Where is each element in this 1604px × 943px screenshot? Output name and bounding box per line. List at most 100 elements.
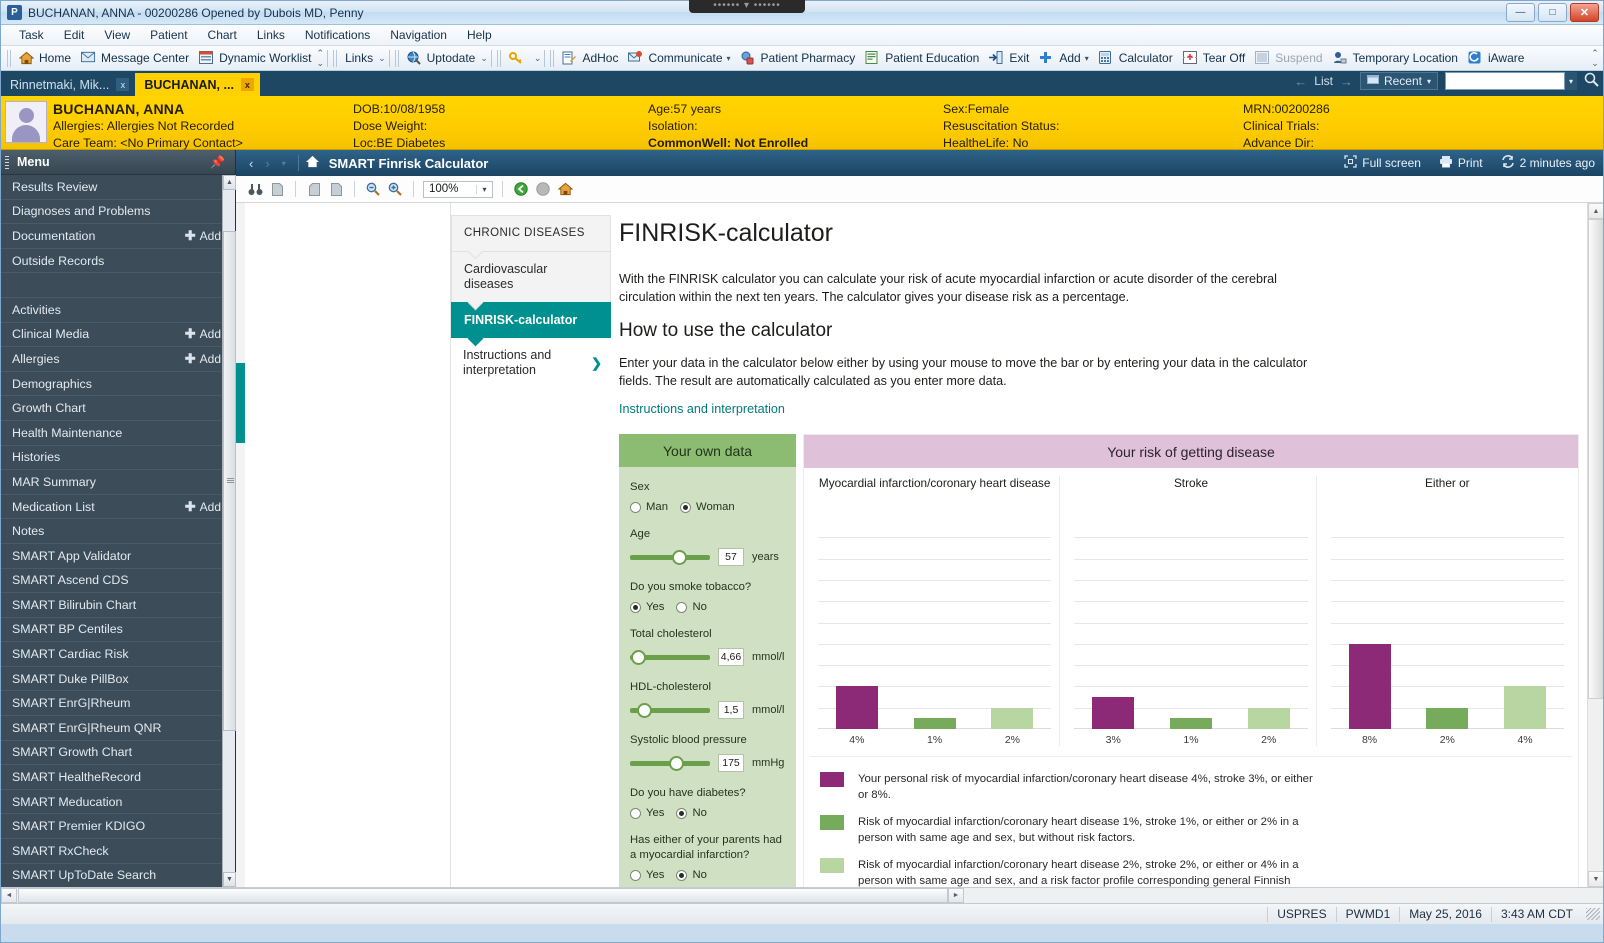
horizontal-scrollbar[interactable]: ◄ ► — [1, 887, 1603, 903]
menu-task[interactable]: Task — [9, 26, 54, 44]
zoom-in-icon[interactable] — [386, 180, 404, 198]
menu-notifications[interactable]: Notifications — [295, 26, 380, 44]
pin-icon[interactable]: 📌 — [210, 155, 225, 169]
chevron-down-icon-name[interactable]: ▾ — [1565, 72, 1577, 90]
sidebar-item-health-maintenance[interactable]: Health Maintenance — [1, 421, 235, 446]
nav-forward-button[interactable]: › — [259, 156, 275, 171]
total-cholesterol-slider[interactable] — [630, 649, 710, 665]
sidebar-item-clinical-media[interactable]: Clinical Media ✚ Add — [1, 323, 235, 348]
home-icon-ie[interactable] — [556, 180, 574, 198]
toolbar-grip[interactable] — [7, 49, 12, 67]
green-back-icon[interactable] — [512, 180, 530, 198]
toolbar-home[interactable]: Home — [14, 47, 76, 69]
toolbar-overflow-2[interactable]: ⌄ — [378, 53, 386, 63]
toolbar-message-center[interactable]: Message Center — [76, 47, 194, 69]
hdl-cholesterol-slider-knob[interactable] — [637, 702, 652, 718]
toolbar-grip-4[interactable] — [496, 49, 502, 67]
sidebar-item-outside-records[interactable]: Outside Records — [1, 249, 235, 274]
list-back-arrow[interactable]: ← — [1294, 74, 1307, 89]
menu-view[interactable]: View — [94, 26, 140, 44]
toolbar-overflow-right[interactable]: ⌃ ⌄ — [1589, 48, 1601, 68]
toolbar-dynamic-worklist[interactable]: Dynamic Worklist — [194, 47, 316, 69]
sidebar-item-add-button[interactable]: ✚ Add — [185, 499, 221, 515]
toolbar-patient-pharmacy[interactable]: Patient Pharmacy — [736, 47, 861, 69]
menu-navigation[interactable]: Navigation — [380, 26, 457, 44]
page-scrollbar[interactable]: ▲ ▼ — [1587, 203, 1603, 887]
chevron-down-icon-add[interactable]: ▾ — [1085, 54, 1089, 63]
sidebar-item-demographics[interactable]: Demographics — [1, 372, 235, 397]
sidebar-item-medication-list[interactable]: Medication List ✚ Add — [1, 495, 235, 520]
window-grip-handle[interactable]: •••••• ▾ •••••• — [689, 0, 805, 13]
chevron-down-icon[interactable]: ▾ — [727, 54, 731, 63]
fullscreen-button[interactable]: Full screen — [1344, 155, 1421, 171]
sidebar-item-smart-bp-centiles[interactable]: SMART BP Centiles — [1, 618, 235, 643]
sidebar-item-results-review[interactable]: Results Review — [1, 175, 235, 200]
sidebar-item-smart-growth-chart[interactable]: SMART Growth Chart — [1, 741, 235, 766]
age-slider[interactable] — [630, 549, 710, 565]
recent-dropdown[interactable]: Recent ▾ — [1359, 72, 1438, 90]
sidebar-item-smart-duke-pillbox[interactable]: SMART Duke PillBox — [1, 667, 235, 692]
binoculars-icon[interactable] — [246, 180, 264, 198]
menu-chart[interactable]: Chart — [198, 26, 247, 44]
hscroll-right-arrow[interactable]: ► — [948, 888, 964, 903]
sidebar-item-add-button[interactable]: ✚ Add — [185, 326, 221, 342]
sidebar-item-smart-healtherecord[interactable]: SMART HealtheRecord — [1, 765, 235, 790]
sidebar-item-histories[interactable]: Histories — [1, 446, 235, 471]
toolbar-grip-2[interactable] — [333, 49, 339, 67]
chevron-right-icon[interactable]: ❯ — [591, 356, 602, 371]
hdl-cholesterol-slider[interactable] — [630, 702, 710, 718]
sidebar-item-documentation[interactable]: Documentation ✚ Add — [1, 224, 235, 249]
scroll-up-arrow[interactable]: ▲ — [223, 175, 236, 190]
radio-diabetes-no[interactable]: No — [676, 807, 707, 819]
stop-icon[interactable] — [534, 180, 552, 198]
toolbar-calculator[interactable]: Calculator — [1094, 47, 1178, 69]
sidebar-item-notes[interactable]: Notes — [1, 519, 235, 544]
sidebar-item-activities[interactable]: Activities — [1, 298, 235, 323]
sidebar-item-diagnoses-and-problems[interactable]: Diagnoses and Problems — [1, 200, 235, 225]
nav-back-button[interactable]: ‹ — [243, 156, 259, 171]
sidebar-item-allergies[interactable]: Allergies ✚ Add — [1, 347, 235, 372]
menu-links[interactable]: Links — [247, 26, 295, 44]
toolbar-add[interactable]: Add ▾ — [1034, 47, 1093, 69]
systolic-input[interactable]: 175 — [718, 754, 744, 772]
toolbar-patient-education[interactable]: Patient Education — [860, 47, 984, 69]
toolbar-links[interactable]: Links — [340, 47, 378, 69]
toolbar-grip-3[interactable] — [394, 49, 400, 67]
search-icon[interactable] — [1584, 72, 1599, 90]
sidebar-item-smart-enrg-rheum-qnr[interactable]: SMART EnrG|Rheum QNR — [1, 716, 235, 741]
sidebar-item-smart-uptodate-search[interactable]: SMART UpToDate Search — [1, 864, 235, 887]
toolbar-temporary-location[interactable]: Temporary Location — [1328, 47, 1463, 69]
toolbar-suspend[interactable]: Suspend — [1250, 47, 1327, 69]
systolic-slider-knob[interactable] — [669, 755, 684, 771]
sidebar-item-smart-enrg-rheum[interactable]: SMART EnrG|Rheum — [1, 691, 235, 717]
sidebar-scrollbar[interactable]: ▲ ▼ — [222, 175, 236, 887]
radio-diabetes-yes[interactable]: Yes — [630, 807, 664, 819]
print-button[interactable]: Print — [1439, 155, 1483, 171]
page-scroll-down[interactable]: ▼ — [1588, 871, 1603, 887]
total-cholesterol-input[interactable]: 4,66 — [718, 648, 744, 666]
scroll-thumb[interactable] — [223, 231, 236, 731]
toolbar-overflow-4[interactable]: ⌄ — [534, 53, 542, 63]
hdl-cholesterol-input[interactable]: 1,5 — [718, 701, 744, 719]
toolbar-uptodate[interactable]: Uptodate — [402, 47, 481, 69]
patient-tab-rinnetmaki[interactable]: Rinnetmaki, Mik... x — [1, 73, 135, 96]
hscroll-left-arrow[interactable]: ◄ — [1, 888, 17, 903]
sidebar-item-growth-chart[interactable]: Growth Chart — [1, 396, 235, 421]
sidebar-item-smart-app-validator[interactable]: SMART App Validator — [1, 544, 235, 569]
next-page-icon[interactable] — [327, 180, 345, 198]
sidebar-item-smart-premier-kdigo[interactable]: SMART Premier KDIGO — [1, 814, 235, 840]
radio-smoke-yes[interactable]: Yes — [630, 601, 664, 613]
sidebar-item-smart-cardiac-risk[interactable]: SMART Cardiac Risk — [1, 642, 235, 667]
list-label[interactable]: List — [1314, 74, 1333, 88]
close-icon[interactable]: x — [240, 78, 254, 91]
systolic-slider[interactable] — [630, 755, 710, 771]
site-nav-item-chronic-diseases[interactable]: CHRONIC DISEASES — [451, 215, 611, 260]
radio-sex-man[interactable]: Man — [630, 501, 668, 513]
toolbar-key[interactable] — [504, 47, 534, 69]
radio-parents-mi-no[interactable]: No — [676, 869, 707, 881]
menu-edit[interactable]: Edit — [54, 26, 95, 44]
zoom-level-select[interactable]: 100% ▾ — [423, 180, 493, 198]
sidebar-item-add-button[interactable]: ✚ Add — [185, 228, 221, 244]
page-scroll-up[interactable]: ▲ — [1588, 203, 1603, 219]
radio-parents-mi-yes[interactable]: Yes — [630, 869, 664, 881]
